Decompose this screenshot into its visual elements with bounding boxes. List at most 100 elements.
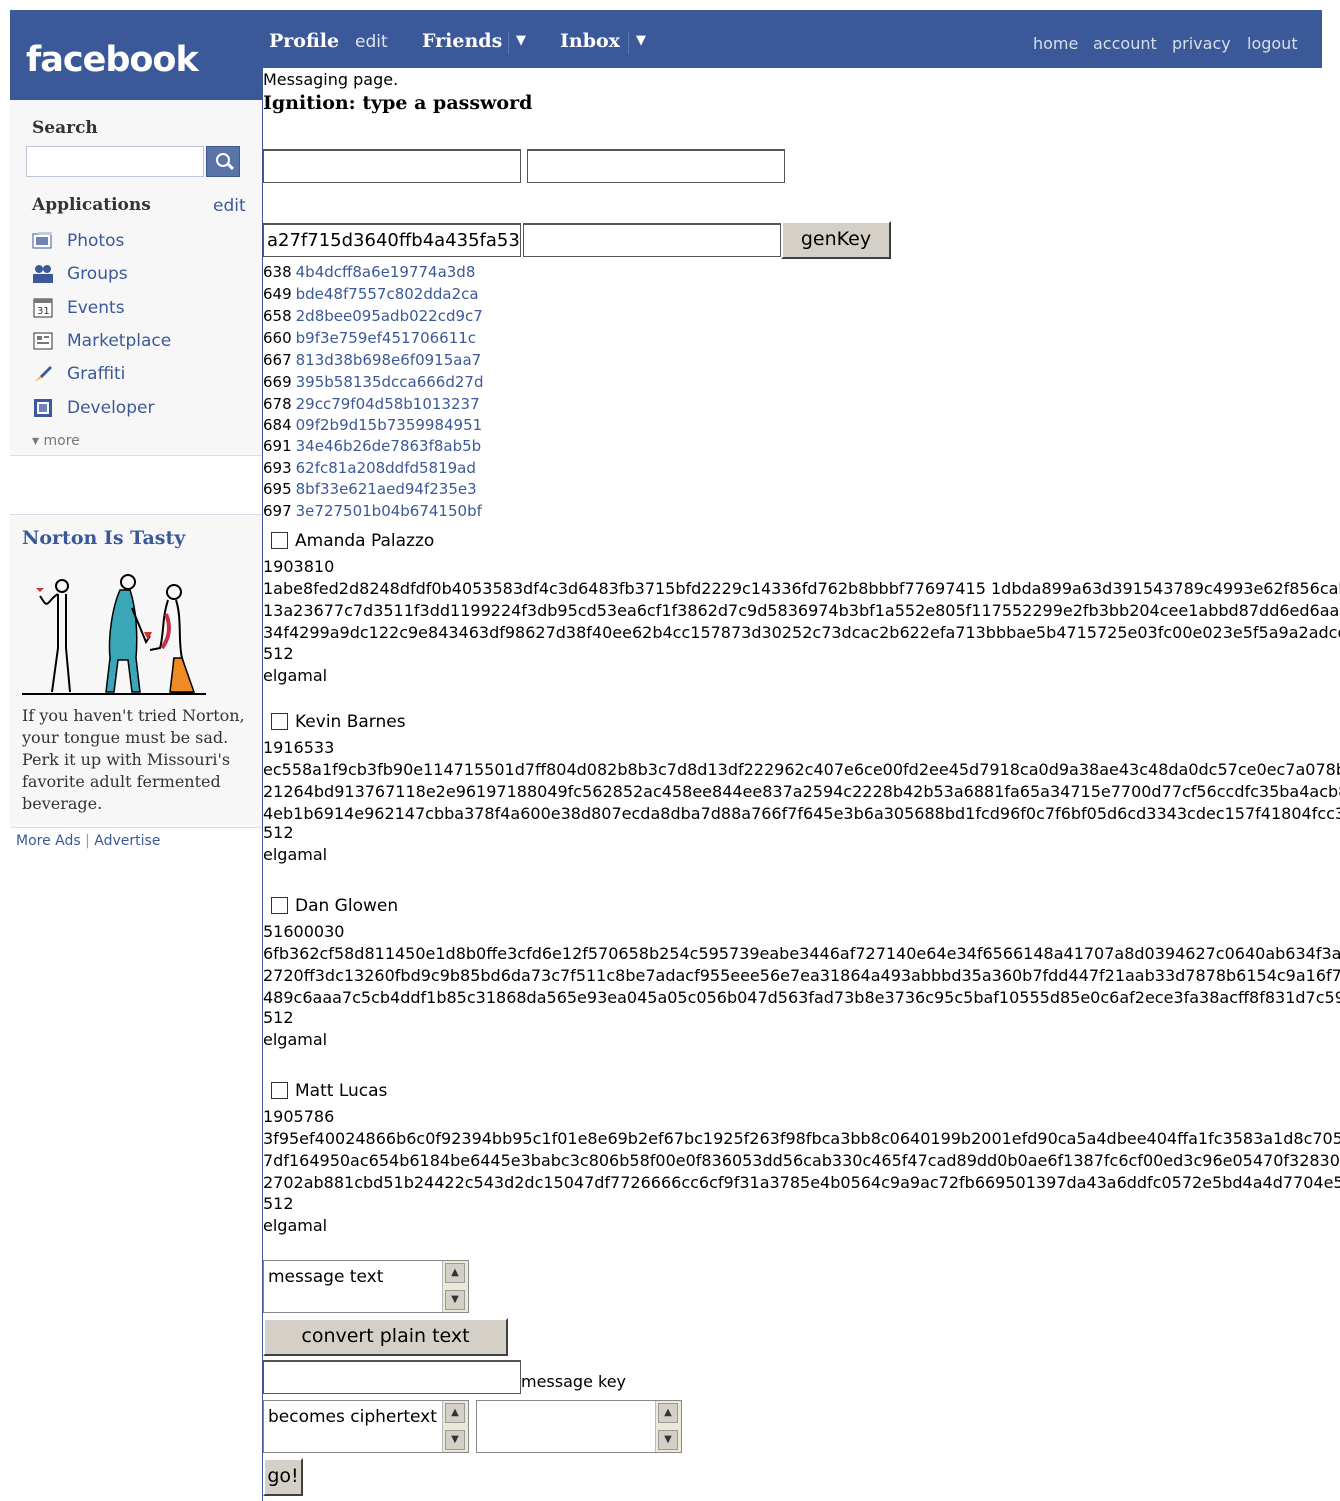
ad-illustration[interactable] — [22, 568, 206, 696]
public-key-line: 4eb1b6914e962147cbba378f4a600e38d807ecda… — [263, 804, 1340, 823]
genkey-button[interactable]: genKey — [781, 221, 891, 259]
key-algorithm: elgamal — [263, 1216, 328, 1235]
recipient-checkbox[interactable] — [271, 1082, 288, 1099]
key-list-item[interactable]: 638 4b4dcff8a6e19774a3d8 — [263, 263, 475, 284]
nav-inbox[interactable]: Inbox — [560, 30, 620, 52]
public-key-line: ec558a1f9cb3fb90e114715501d7ff804d082b8b… — [263, 760, 1340, 779]
public-key-line: 3f95ef40024866b6c0f92394bb95c1f01e8e69b2… — [263, 1129, 1340, 1148]
public-key-line: 489c6aaa7c5cb4ddf1b85c31868da565e93ea045… — [263, 988, 1340, 1007]
link-logout[interactable]: logout — [1247, 34, 1298, 53]
marketplace-icon — [33, 332, 53, 350]
public-key-line: 1abe8fed2d8248dfdf0b4053583df4c3d6483fb3… — [263, 579, 1340, 598]
inbox-dropdown-icon[interactable]: ▼ — [636, 33, 646, 48]
key-list-item[interactable]: 691 34e46b26de7863f8ab5b — [263, 437, 481, 458]
sidebar-more-link[interactable]: ▾ more — [32, 433, 80, 449]
output-text-area[interactable]: ▲ ▼ — [476, 1400, 682, 1453]
recipient-checkbox[interactable] — [271, 897, 288, 914]
more-ads-link[interactable]: More Ads — [16, 833, 81, 849]
key-field[interactable]: a27f715d3640ffb4a435fa53 — [263, 223, 521, 257]
public-key-line: 7df164950ac654b6184be6445e3babc3c806b58f… — [263, 1151, 1340, 1170]
search-input[interactable] — [26, 146, 204, 177]
photos-icon — [32, 232, 52, 249]
public-key-line: 21264bd913767118e2e96197188049fc562852ac… — [263, 782, 1340, 801]
recipient-entry: Dan Glowen 51600030 6fb362cf58d811450e1d… — [263, 894, 1340, 1054]
key-list-item[interactable]: 669 395b58135dcca666d27d — [263, 373, 483, 394]
search-label: Search — [32, 118, 98, 138]
link-account[interactable]: account — [1093, 34, 1157, 53]
scroll-down-icon[interactable]: ▼ — [445, 1430, 465, 1450]
message-scrollbar[interactable]: ▲ ▼ — [442, 1261, 468, 1312]
key-bits: 512 — [263, 644, 294, 663]
key-bits: 512 — [263, 1008, 294, 1027]
key-list-item[interactable]: 684 09f2b9d15b7359984951 — [263, 416, 482, 437]
recipient-name: Matt Lucas — [295, 1081, 388, 1101]
key-list-item[interactable]: 658 2d8bee095adb022cd9c7 — [263, 307, 483, 328]
public-key-line: 34f4299a9dc122c9e843463df98627d38f40ee62… — [263, 623, 1340, 642]
recipient-id: 1916533 — [263, 738, 335, 757]
ignition-heading: Ignition: type a password — [263, 92, 533, 114]
groups-icon — [33, 265, 53, 283]
facebook-logo[interactable]: facebook — [26, 40, 199, 80]
recipient-id: 51600030 — [263, 922, 345, 941]
public-key-line: 6fb362cf58d811450e1d8b0ffe3cfd6e12f57065… — [263, 944, 1340, 963]
key-secondary-field[interactable] — [523, 223, 781, 257]
page-label: Messaging page. — [263, 70, 399, 89]
nav-friends[interactable]: Friends — [422, 30, 502, 52]
key-list-item[interactable]: 678 29cc79f04d58b1013237 — [263, 395, 480, 416]
recipient-name: Kevin Barnes — [295, 712, 406, 732]
nav-profile-edit[interactable]: edit — [355, 32, 388, 52]
nav-profile[interactable]: Profile — [269, 30, 339, 52]
ciphertext-area[interactable]: becomes ciphertext ▲ ▼ — [263, 1400, 469, 1453]
recipient-id: 1905786 — [263, 1107, 335, 1126]
applications-edit-link[interactable]: edit — [213, 196, 246, 216]
password-field[interactable] — [263, 149, 521, 183]
key-list-item[interactable]: 693 62fc81a208ddfd5819ad — [263, 459, 476, 480]
public-key-line: 2702ab881cbd51b24422c543d2dc15047df77266… — [263, 1173, 1340, 1192]
advertise-link[interactable]: Advertise — [94, 833, 160, 849]
key-algorithm: elgamal — [263, 1030, 328, 1049]
events-icon: 31 — [33, 298, 53, 318]
recipient-checkbox[interactable] — [271, 532, 288, 549]
scroll-down-icon[interactable]: ▼ — [658, 1430, 678, 1450]
search-button[interactable] — [206, 146, 240, 177]
scroll-up-icon[interactable]: ▲ — [445, 1263, 465, 1283]
key-list-item[interactable]: 697 3e727501b04b674150bf — [263, 502, 482, 523]
recipient-id: 1903810 — [263, 557, 335, 576]
ad-links: More Ads | Advertise — [16, 833, 160, 849]
key-list-item[interactable]: 695 8bf33e621aed94f235e3 — [263, 480, 477, 501]
password-confirm-field[interactable] — [527, 149, 785, 183]
more-arrow-icon: ▾ — [32, 433, 44, 449]
public-key-line: 2720ff3dc13260fbd9c9b85bd6da73c7f511c8be… — [263, 966, 1340, 985]
go-button[interactable]: go! — [263, 1458, 303, 1496]
applications-heading: Applications — [32, 195, 151, 215]
link-privacy[interactable]: privacy — [1172, 34, 1231, 53]
scroll-up-icon[interactable]: ▲ — [445, 1403, 465, 1423]
key-algorithm: elgamal — [263, 845, 328, 864]
recipient-entry: Matt Lucas 1905786 3f95ef40024866b6c0f92… — [263, 1079, 1340, 1239]
output-scrollbar[interactable]: ▲ ▼ — [655, 1401, 681, 1452]
key-bits: 512 — [263, 1194, 294, 1213]
recipient-entry: Kevin Barnes 1916533 ec558a1f9cb3fb90e11… — [263, 710, 1340, 870]
key-list-item[interactable]: 649 bde48f7557c802dda2ca — [263, 285, 479, 306]
ad-title[interactable]: Norton Is Tasty — [22, 527, 185, 549]
link-home[interactable]: home — [1033, 34, 1078, 53]
scroll-down-icon[interactable]: ▼ — [445, 1290, 465, 1310]
key-list-item[interactable]: 660 b9f3e759ef451706611c — [263, 329, 476, 350]
message-key-field[interactable] — [263, 1360, 521, 1394]
message-key-label: message key — [521, 1372, 626, 1391]
scroll-up-icon[interactable]: ▲ — [658, 1403, 678, 1423]
graffiti-icon — [34, 366, 52, 382]
key-list-item[interactable]: 667 813d38b698e6f0915aa7 — [263, 351, 481, 372]
key-algorithm: elgamal — [263, 666, 328, 685]
key-bits: 512 — [263, 823, 294, 842]
ciphertext-scrollbar[interactable]: ▲ ▼ — [442, 1401, 468, 1452]
recipient-name: Dan Glowen — [295, 896, 399, 916]
public-key-line: 13a23677c7d3511f3dd1199224f3db95cd53ea6c… — [263, 601, 1340, 620]
convert-plain-text-button[interactable]: convert plain text — [263, 1318, 508, 1356]
recipient-entry: Amanda Palazzo 1903810 1abe8fed2d8248dfd… — [263, 529, 1340, 689]
recipient-checkbox[interactable] — [271, 713, 288, 730]
message-text-area[interactable]: message text ▲ ▼ — [263, 1260, 469, 1313]
svg-text:31: 31 — [37, 306, 50, 317]
nav-separator — [508, 32, 509, 54]
friends-dropdown-icon[interactable]: ▼ — [516, 33, 526, 48]
